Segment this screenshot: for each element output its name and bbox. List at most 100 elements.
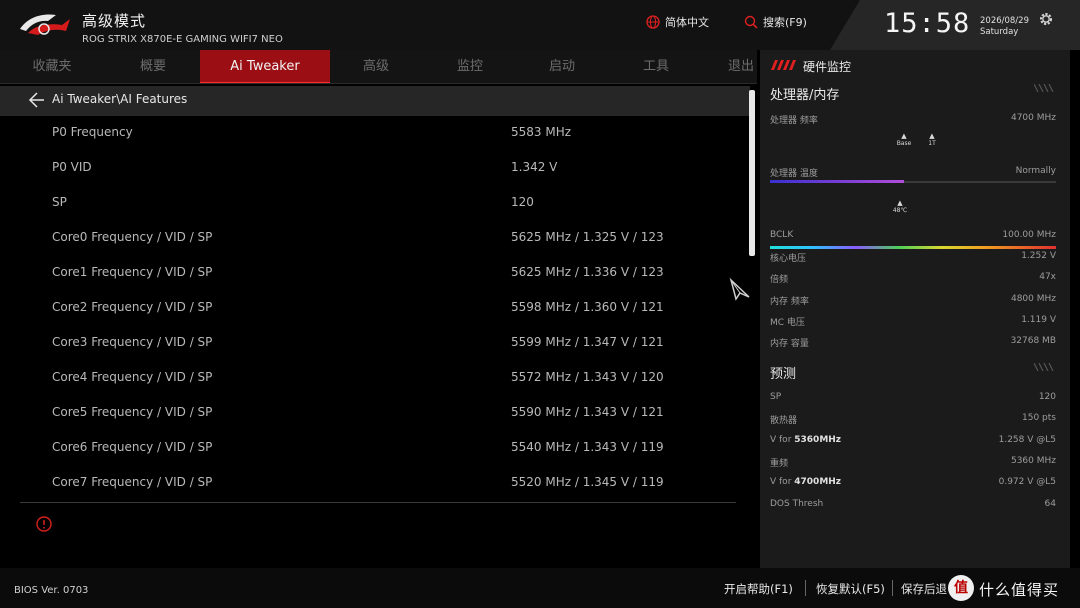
setting-label: Core2 Frequency / VID / SP — [52, 300, 213, 314]
watermark-text: 什么值得买 — [979, 581, 1060, 599]
cpu-memory-section-title: 处理器/内存 — [770, 88, 840, 103]
tab-ai-tweaker[interactable]: Ai Tweaker — [200, 50, 330, 83]
monitor-logo-icon — [771, 60, 796, 70]
setting-label: Core7 Frequency / VID / SP — [52, 475, 213, 489]
help-divider — [20, 502, 736, 503]
load-defaults-button[interactable]: 恢复默认(F5) — [816, 581, 885, 597]
rog-logo-icon — [20, 14, 70, 35]
prediction-row: 散热器 150 pts — [770, 413, 1056, 426]
tab-tool[interactable]: 工具 — [626, 50, 686, 83]
prediction-section-title: 预测 — [770, 367, 797, 382]
language-button[interactable]: 简体中文 — [646, 14, 709, 30]
stat-row: BCLK 100.00 MHz — [770, 230, 1056, 240]
setting-value: 5625 MHz / 1.336 V / 123 — [511, 265, 664, 279]
info-icon — [36, 516, 52, 532]
setting-label: P0 VID — [52, 160, 92, 174]
cpu-temperature-row: 处理器 温度 Normally — [770, 166, 1056, 179]
scrollbar[interactable] — [749, 90, 755, 256]
tab-exit[interactable]: 退出 — [728, 50, 757, 83]
back-arrow-icon[interactable] — [28, 91, 46, 109]
setting-row[interactable]: Core6 Frequency / VID / SP 5540 MHz / 1.3… — [0, 431, 750, 466]
stat-label: 内存 频率 — [770, 297, 809, 307]
setting-row[interactable]: Core3 Frequency / VID / SP 5599 MHz / 1.3… — [0, 326, 750, 361]
setting-label: Core5 Frequency / VID / SP — [52, 405, 213, 419]
stat-row: 核心电压 1.252 V — [770, 251, 1056, 264]
prediction-label-prefix: V for — [770, 477, 795, 487]
setting-row[interactable]: P0 Frequency 5583 MHz — [0, 116, 750, 151]
tab-overview[interactable]: 概要 — [118, 50, 188, 83]
stat-value: 1.119 V — [1021, 315, 1056, 325]
cpu-frequency-bar — [770, 180, 905, 183]
setting-value: 5625 MHz / 1.325 V / 123 — [511, 230, 664, 244]
language-label: 简体中文 — [665, 16, 709, 29]
clock-time[interactable]: 15:58 — [884, 8, 970, 39]
date-text: 2026/08/29 — [980, 16, 1029, 26]
search-button[interactable]: 搜索(F9) — [744, 14, 807, 30]
prediction-value: 64 — [1044, 499, 1056, 509]
setting-row[interactable]: Core1 Frequency / VID / SP 5625 MHz / 1.3… — [0, 256, 750, 291]
prediction-label: 重频 — [770, 459, 789, 469]
breadcrumb-path: Ai Tweaker\AI Features — [52, 92, 188, 106]
prediction-row: DOS Thresh 64 — [770, 499, 1056, 509]
stat-value: 47x — [1039, 272, 1056, 282]
stat-value: 1.252 V — [1021, 251, 1056, 261]
prediction-label-freq: 5360MHz — [794, 435, 842, 445]
cpu-temperature-label: 处理器 温度 — [770, 169, 818, 179]
bios-version: BIOS Ver. 0703 — [14, 585, 89, 596]
setting-value: 5572 MHz / 1.343 V / 120 — [511, 370, 664, 384]
search-icon — [744, 15, 758, 29]
one-t-marker-label: 1T — [928, 140, 936, 147]
setting-label: P0 Frequency — [52, 125, 133, 139]
prediction-value: 120 — [1038, 392, 1056, 402]
watermark-badge: 值 — [948, 575, 974, 601]
one-t-marker: ▲ 1T — [928, 132, 936, 148]
stat-value: 32768 MB — [1010, 336, 1056, 346]
prediction-label: 散热器 — [770, 416, 798, 426]
setting-row[interactable]: Core0 Frequency / VID / SP 5625 MHz / 1.3… — [0, 221, 750, 256]
monitor-title: 硬件监控 — [803, 60, 852, 74]
stat-label: MC 电压 — [770, 318, 805, 328]
prediction-row: V for 4700MHz 0.972 V @L5 — [770, 477, 1056, 487]
prediction-label: SP — [770, 392, 782, 402]
base-marker: ▲ Base — [896, 132, 912, 148]
hatch-icon — [1034, 363, 1054, 371]
tab-boot[interactable]: 启动 — [532, 50, 592, 83]
tab-advanced[interactable]: 高级 — [346, 50, 406, 83]
save-exit-button[interactable]: 保存后退 — [901, 581, 947, 597]
mode-title: 高级模式 — [82, 12, 147, 30]
footer-separator — [892, 580, 893, 596]
temperature-marker-label: 48℃ — [892, 207, 908, 214]
footer-separator — [805, 580, 806, 596]
help-button[interactable]: 开启帮助(F1) — [724, 581, 793, 597]
prediction-value: 150 pts — [1022, 413, 1056, 423]
setting-row[interactable]: SP 120 — [0, 186, 750, 221]
tab-monitor[interactable]: 监控 — [440, 50, 500, 83]
settings-list: P0 Frequency 5583 MHz P0 VID 1.342 V SP 120… — [0, 116, 750, 501]
tab-favorites[interactable]: 收藏夹 — [20, 50, 84, 83]
prediction-row: 重频 5360 MHz — [770, 456, 1056, 469]
setting-row[interactable]: Core4 Frequency / VID / SP 5572 MHz / 1.3… — [0, 361, 750, 396]
setting-label: Core3 Frequency / VID / SP — [52, 335, 213, 349]
setting-value: 5599 MHz / 1.347 V / 121 — [511, 335, 664, 349]
setting-row[interactable]: Core7 Frequency / VID / SP 5520 MHz / 1.3… — [0, 466, 750, 501]
cpu-frequency-row: 处理器 频率 4700 MHz — [770, 113, 1056, 126]
stat-label: 内存 容量 — [770, 339, 809, 349]
setting-row[interactable]: P0 VID 1.342 V — [0, 151, 750, 186]
mouse-cursor-icon — [729, 277, 750, 301]
setting-value: 5520 MHz / 1.345 V / 119 — [511, 475, 664, 489]
stat-row: 倍频 47x — [770, 272, 1056, 285]
gear-icon[interactable] — [1038, 11, 1054, 27]
main-tabs: 收藏夹 概要 Ai Tweaker 高级 监控 启动 工具 退出 — [0, 50, 757, 84]
stat-value: 4800 MHz — [1010, 294, 1056, 304]
setting-label: Core6 Frequency / VID / SP — [52, 440, 213, 454]
prediction-label-prefix: V for — [770, 435, 795, 445]
prediction-value: 5360 MHz — [1010, 456, 1056, 466]
setting-row[interactable]: Core5 Frequency / VID / SP 5590 MHz / 1.3… — [0, 396, 750, 431]
cpu-frequency-value: 4700 MHz — [1010, 113, 1056, 123]
footer-bar: BIOS Ver. 0703 开启帮助(F1) 恢复默认(F5) 保存后退 值 … — [0, 568, 1080, 608]
setting-label: Core0 Frequency / VID / SP — [52, 230, 213, 244]
weekday-text: Saturday — [980, 27, 1019, 37]
setting-row[interactable]: Core2 Frequency / VID / SP 5598 MHz / 1.3… — [0, 291, 750, 326]
setting-value: 5590 MHz / 1.343 V / 121 — [511, 405, 664, 419]
setting-value: 1.342 V — [511, 160, 558, 174]
